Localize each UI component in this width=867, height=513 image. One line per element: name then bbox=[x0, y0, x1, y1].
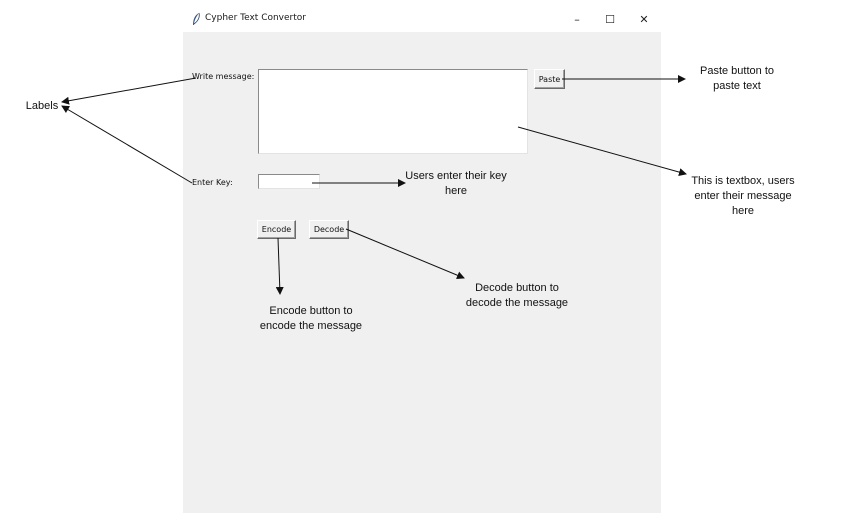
labels-annotation: Labels bbox=[20, 99, 64, 114]
close-icon: ✕ bbox=[639, 12, 649, 26]
maximize-icon: ☐ bbox=[605, 12, 615, 26]
labels-annotation-text: Labels bbox=[25, 100, 59, 112]
encode-annotation-line-1: Encode button to bbox=[269, 305, 353, 317]
encode-button[interactable]: Encode bbox=[257, 220, 296, 239]
screenshot-stage: Cypher Text Convertor – ☐ ✕ Write messag… bbox=[0, 0, 867, 513]
paste-annotation: Paste button to paste text bbox=[682, 64, 792, 94]
key-input[interactable] bbox=[258, 174, 320, 189]
labels-arrow-1 bbox=[61, 77, 197, 105]
decode-annotation: Decode button to decode the message bbox=[456, 281, 578, 311]
title-bar: Cypher Text Convertor – ☐ ✕ bbox=[183, 6, 661, 32]
enter-key-label: Enter Key: bbox=[192, 178, 233, 187]
textbox-annotation: This is textbox, users enter their messa… bbox=[682, 174, 804, 219]
write-message-label: Write message: bbox=[192, 72, 255, 81]
key-annotation-line-2: here bbox=[444, 185, 468, 197]
textbox-annotation-line-1: This is textbox, users bbox=[691, 175, 795, 187]
key-annotation-line-1: Users enter their key bbox=[405, 170, 507, 182]
paste-annotation-line-1: Paste button to bbox=[700, 65, 774, 77]
paste-button[interactable]: Paste bbox=[534, 69, 565, 89]
window-title: Cypher Text Convertor bbox=[205, 13, 306, 23]
encode-annotation: Encode button to encode the message bbox=[251, 304, 371, 334]
message-textbox[interactable] bbox=[258, 69, 528, 154]
decode-annotation-line-2: decode the message bbox=[465, 297, 569, 309]
textbox-annotation-line-2: enter their message bbox=[694, 190, 792, 202]
encode-annotation-line-2: encode the message bbox=[259, 320, 363, 332]
minimize-icon: – bbox=[574, 12, 580, 26]
minimize-button[interactable]: – bbox=[560, 6, 594, 32]
key-annotation: Users enter their key here bbox=[396, 169, 516, 199]
textbox-annotation-line-3: here bbox=[731, 205, 755, 217]
feather-icon bbox=[193, 12, 200, 25]
paste-annotation-line-2: paste text bbox=[713, 80, 761, 92]
decode-button[interactable]: Decode bbox=[309, 220, 349, 239]
maximize-button[interactable]: ☐ bbox=[593, 6, 627, 32]
close-button[interactable]: ✕ bbox=[627, 6, 661, 32]
labels-arrow-2 bbox=[61, 105, 193, 184]
decode-annotation-line-1: Decode button to bbox=[475, 282, 559, 294]
